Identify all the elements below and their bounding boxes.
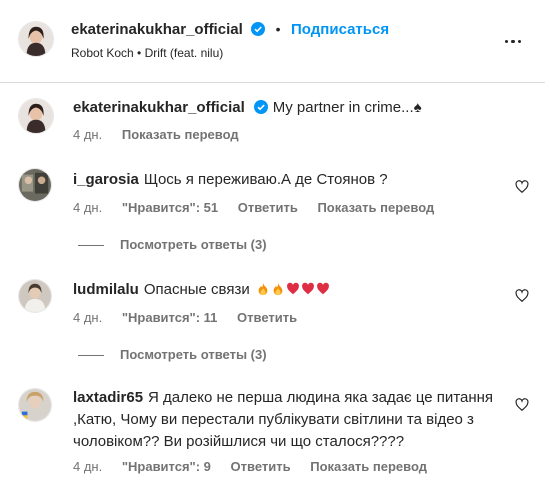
likes-count[interactable]: "Нравится": 51 <box>122 200 218 215</box>
caption-username[interactable]: ekaterinakukhar_official <box>73 99 245 116</box>
reply-button[interactable]: Ответить <box>237 310 297 325</box>
header-line: ekaterinakukhar_official • Подписаться <box>71 21 389 39</box>
spade-emoji: ♠ <box>413 99 422 116</box>
view-replies-button[interactable]: Посмотреть ответы (3) <box>78 347 267 362</box>
emoji-group <box>256 281 331 298</box>
comment: i_garosia Щось я переживаю.А де Стоянов ?… <box>0 166 545 256</box>
avatar[interactable] <box>18 279 52 313</box>
comment-meta: 4 дн. "Нравится": 9 Ответить Показать пе… <box>73 459 443 474</box>
comment-body: Щось я переживаю.А де Стоянов ? <box>143 171 388 188</box>
caption-body: My partner in crime... <box>272 99 414 116</box>
caption-meta: 4 дн. Показать перевод <box>73 127 255 142</box>
heart-emoji-icon <box>316 282 329 295</box>
view-replies-label: Посмотреть ответы (3) <box>120 347 267 362</box>
audio-track[interactable]: Robot Koch • Drift (feat. nilu) <box>71 46 223 60</box>
replies-divider <box>78 245 104 247</box>
fire-emoji-icon <box>258 282 268 296</box>
comment-username[interactable]: ludmilalu <box>73 281 139 298</box>
avatar[interactable] <box>18 21 54 57</box>
reply-button[interactable]: Ответить <box>238 200 298 215</box>
post-header: ekaterinakukhar_official • Подписаться R… <box>0 0 545 83</box>
comment: laxtadir65 Я далеко не перша людина яка з… <box>0 386 545 486</box>
post-panel: ekaterinakukhar_official • Подписаться R… <box>0 0 545 497</box>
follow-button[interactable]: Подписаться <box>291 21 389 38</box>
comment-line: чоловіком?? Ви розійшлися чи що сталося?… <box>73 433 405 450</box>
verified-badge-icon <box>253 100 268 114</box>
comment-text: i_garosia Щось я переживаю.А де Стоянов ? <box>73 169 388 191</box>
comment-line: ,Катю, Чому ви перестали публікувати сві… <box>73 411 474 428</box>
likes-count[interactable]: "Нравится": 9 <box>122 459 211 474</box>
show-translation-button[interactable]: Показать перевод <box>317 200 434 215</box>
replies-divider <box>78 355 104 357</box>
verified-badge-icon <box>251 22 266 36</box>
comment-username[interactable]: i_garosia <box>73 171 139 188</box>
timestamp[interactable]: 4 дн. <box>73 459 102 474</box>
heart-emoji-icon <box>301 282 314 295</box>
like-heart-icon[interactable] <box>515 289 529 303</box>
fire-emoji-icon <box>273 282 283 296</box>
comment-body: Я далеко не перша людина яка задає це пи… <box>148 389 494 406</box>
header-separator: • <box>275 21 281 37</box>
show-translation-button[interactable]: Показать перевод <box>310 459 427 474</box>
avatar[interactable] <box>18 98 54 134</box>
more-options-icon[interactable] <box>503 30 523 50</box>
show-translation-button[interactable]: Показать перевод <box>122 127 239 142</box>
comment-meta: 4 дн. "Нравится": 11 Ответить <box>73 310 313 325</box>
avatar[interactable] <box>18 168 52 202</box>
comment-meta: 4 дн. "Нравится": 51 Ответить Показать п… <box>73 200 450 215</box>
comment: ludmilalu Опасные связи 4 дн. "Нравится":… <box>0 277 545 367</box>
likes-count[interactable]: "Нравится": 11 <box>122 310 218 325</box>
heart-emoji-icon <box>286 282 299 295</box>
timestamp[interactable]: 4 дн. <box>73 310 102 325</box>
view-replies-button[interactable]: Посмотреть ответы (3) <box>78 237 267 252</box>
timestamp[interactable]: 4 дн. <box>73 200 102 215</box>
caption: ekaterinakukhar_official My partner in cr… <box>0 96 545 146</box>
view-replies-label: Посмотреть ответы (3) <box>120 237 267 252</box>
reply-button[interactable]: Ответить <box>231 459 291 474</box>
like-heart-icon[interactable] <box>515 398 529 412</box>
comment-username[interactable]: laxtadir65 <box>73 389 143 406</box>
comment-text: laxtadir65 Я далеко не перша людина яка з… <box>73 387 493 453</box>
timestamp[interactable]: 4 дн. <box>73 127 102 142</box>
header-username[interactable]: ekaterinakukhar_official <box>71 21 243 38</box>
caption-text: ekaterinakukhar_official My partner in cr… <box>73 97 422 119</box>
comment-line: laxtadir65 Я далеко не перша людина яка з… <box>73 387 493 409</box>
like-heart-icon[interactable] <box>515 180 529 194</box>
comment-body: Опасные связи <box>143 281 250 298</box>
comment-text: ludmilalu Опасные связи <box>73 279 331 301</box>
avatar[interactable] <box>18 388 52 422</box>
